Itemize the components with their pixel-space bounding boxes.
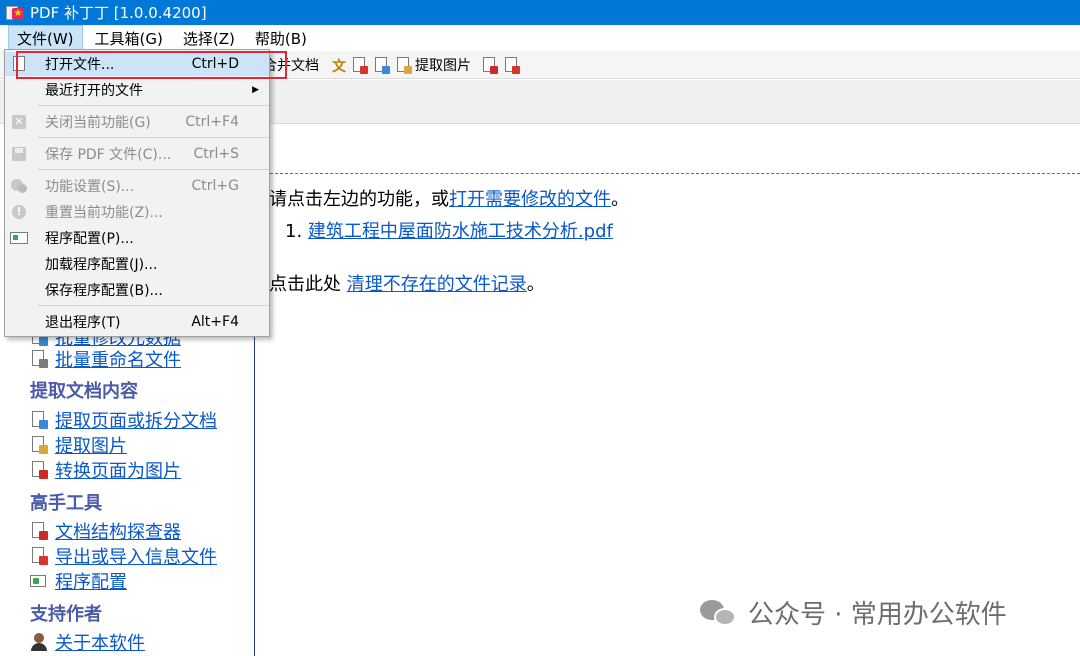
text-tool-icon[interactable]: 文 [330, 56, 346, 75]
sidebar-item-split-pages[interactable]: 提取页面或拆分文档 [30, 407, 217, 433]
cleanup-text: 点击此处 清理不存在的文件记录。 [269, 270, 545, 296]
menu-item-close-function[interactable]: ✕ 关闭当前功能(G) Ctrl+F4 [5, 110, 269, 134]
extract-images-icon [30, 436, 48, 454]
open-file-link[interactable]: 打开需要修改的文件 [449, 189, 611, 210]
cleanup-records-link[interactable]: 清理不存在的文件记录 [347, 274, 527, 295]
export-import-icon [30, 547, 48, 565]
dashed-separator [255, 173, 1080, 174]
title-bar: ★ PDF 补丁丁 [1.0.0.4200] [0, 0, 1080, 25]
watermark: 公众号 · 常用办公软件 [700, 594, 1007, 631]
menu-item-recent-files[interactable]: 最近打开的文件 ▶ [5, 78, 269, 102]
menu-bar: 文件(W) 工具箱(G) 选择(Z) 帮助(B) [0, 24, 1080, 52]
menu-help[interactable]: 帮助(B) [247, 26, 315, 51]
config-icon [10, 229, 28, 247]
menu-divider [38, 305, 269, 306]
highlight-box [16, 51, 287, 79]
file-menu-dropdown: 打开文件... Ctrl+D 最近打开的文件 ▶ ✕ 关闭当前功能(G) Ctr… [4, 49, 270, 337]
section-extract-content: 提取文档内容 [30, 381, 138, 402]
intro-prefix: 请点击左边的功能，或 [269, 189, 449, 210]
menu-toolbox[interactable]: 工具箱(G) [87, 26, 171, 51]
export-info-tool-icon[interactable] [504, 56, 520, 74]
main-panel: 请点击左边的功能，或打开需要修改的文件。 1. 建筑工程中屋面防水施工技术分析.… [255, 124, 1080, 656]
bookmark-tool-icon[interactable] [352, 56, 368, 74]
settings-icon [30, 572, 48, 590]
menu-file[interactable]: 文件(W) [8, 24, 83, 52]
recent-file-item: 1. 建筑工程中屋面防水施工技术分析.pdf [285, 217, 613, 243]
intro-text: 请点击左边的功能，或打开需要修改的文件。 [269, 185, 629, 211]
section-expert-tools: 高手工具 [30, 493, 102, 514]
app-logo-icon: ★ [6, 4, 24, 22]
author-icon [30, 633, 48, 651]
menu-item-save-config[interactable]: 保存程序配置(B)... [5, 278, 269, 302]
close-icon: ✕ [10, 113, 28, 131]
sidebar-item-settings[interactable]: 程序配置 [30, 568, 127, 594]
section-support-author: 支持作者 [30, 604, 102, 625]
menu-divider [38, 137, 269, 138]
submenu-arrow-icon: ▶ [252, 85, 259, 95]
recent-file-number: 1. [285, 221, 303, 242]
convert-pages-tool-icon[interactable] [482, 56, 498, 74]
menu-divider [38, 105, 269, 106]
extract-images-button[interactable]: 提取图片 [415, 55, 471, 75]
sidebar-item-pages-to-images[interactable]: 转换页面为图片 [30, 457, 181, 483]
warning-icon: ! [10, 203, 28, 221]
cleanup-suffix: 。 [526, 274, 545, 295]
menu-item-exit[interactable]: 退出程序(T) Alt+F4 [5, 310, 269, 334]
menu-item-function-settings[interactable]: 功能设置(S)... Ctrl+G [5, 174, 269, 198]
sidebar-item-structure-explorer[interactable]: 文档结构探查器 [30, 518, 181, 544]
extract-images-tool-icon[interactable] [396, 56, 412, 74]
window-title: PDF 补丁丁 [1.0.0.4200] [30, 4, 207, 22]
menu-item-save-pdf[interactable]: 保存 PDF 文件(C)... Ctrl+S [5, 142, 269, 166]
menu-divider [38, 169, 269, 170]
sidebar-item-batch-rename[interactable]: 批量重命名文件 [30, 346, 181, 372]
settings-gear-icon [10, 177, 28, 195]
split-pages-icon [30, 411, 48, 429]
sidebar-item-about[interactable]: 关于本软件 [30, 629, 145, 655]
watermark-text: 公众号 · 常用办公软件 [748, 600, 1007, 630]
structure-explorer-icon [30, 522, 48, 540]
recent-file-link[interactable]: 建筑工程中屋面防水施工技术分析.pdf [308, 221, 613, 242]
sidebar-item-export-import[interactable]: 导出或导入信息文件 [30, 543, 217, 569]
menu-item-load-config[interactable]: 加载程序配置(J)... [5, 252, 269, 276]
pages-to-images-icon [30, 461, 48, 479]
page-tool-icon[interactable] [374, 56, 390, 74]
menu-item-reset-function[interactable]: ! 重置当前功能(Z)... [5, 200, 269, 224]
sidebar-item-extract-images[interactable]: 提取图片 [30, 432, 127, 458]
rename-icon [30, 350, 48, 368]
menu-item-program-config[interactable]: 程序配置(P)... [5, 226, 269, 250]
wechat-icon [700, 598, 736, 628]
menu-select[interactable]: 选择(Z) [175, 26, 243, 51]
cleanup-prefix: 点击此处 [269, 274, 347, 295]
save-icon [10, 145, 28, 163]
intro-suffix: 。 [611, 189, 629, 210]
